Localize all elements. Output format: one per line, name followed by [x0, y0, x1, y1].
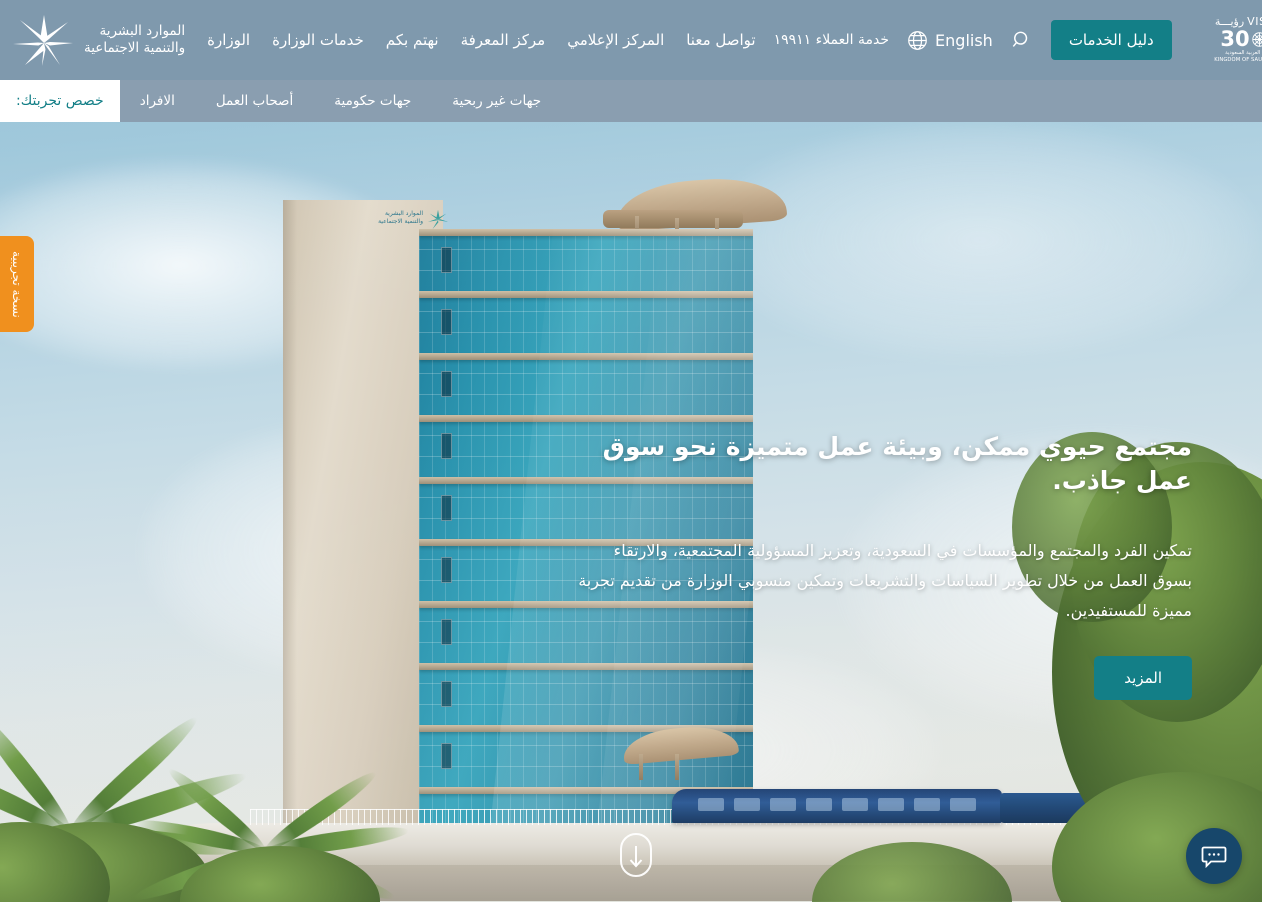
main-navigation: الوزارة خدمات الوزارة نهتم بكم مركز المع…	[207, 31, 755, 49]
canopy-pillar	[639, 754, 643, 780]
vision-kingdom-ar: المملكة العربية السعودية	[1225, 50, 1262, 56]
services-guide-button[interactable]: دليل الخدمات	[1050, 20, 1172, 60]
nav-item-contact-us[interactable]: تواصل معنا	[686, 31, 755, 49]
scroll-down-indicator[interactable]	[620, 833, 652, 877]
chat-widget-button[interactable]	[1186, 828, 1242, 884]
brand-line-1: الموارد البشرية	[99, 23, 186, 39]
vision-year: 2 30	[1204, 28, 1262, 50]
nav-item-ministry-services[interactable]: خدمات الوزارة	[272, 31, 364, 49]
scroll-down-arrow-icon	[629, 846, 643, 868]
canopy-pillar	[675, 754, 679, 780]
hero-more-button[interactable]: المزيد	[1094, 656, 1192, 700]
subnav-item-nonprofit-entities[interactable]: جهات غير ربحية	[432, 93, 561, 109]
language-label: English	[935, 30, 993, 50]
ministry-starburst-icon	[13, 15, 73, 66]
personalization-subnav: خصص تجربتك: الافراد أصحاب العمل جهات حكو…	[0, 80, 1262, 122]
foliage-center-right	[812, 782, 1012, 902]
search-icon[interactable]	[1011, 29, 1033, 51]
language-switch[interactable]: English	[907, 30, 993, 51]
beta-version-label: نسخة تجريبية	[10, 250, 24, 318]
palm-tree-left-2	[130, 732, 410, 902]
page-root: الموارد البشرية والتنمية الاجتماعية المو…	[0, 0, 1262, 902]
globe-icon	[908, 30, 927, 50]
subnav-label: خصص تجربتك:	[0, 80, 120, 122]
hero-subtitle: تمكين الفرد والمجتمع والمؤسسات في السعود…	[578, 541, 1192, 620]
vision-ornament-icon	[1251, 31, 1262, 47]
site-header: الموارد البشرية والتنمية الاجتماعية الوز…	[0, 0, 1262, 80]
brand-line-2: والتنمية الاجتماعية	[84, 40, 186, 56]
tower-roof-canopy	[603, 210, 743, 228]
chat-bubble-icon	[1201, 846, 1227, 869]
tower-sign-line2: والتنمية الاجتماعية	[378, 218, 423, 225]
vision-kingdom-en: KINGDOM OF SAUDI ARABIA	[1214, 57, 1262, 63]
hero-title: مجتمع حيوي ممكن، وبيئة عمل متميزة نحو سو…	[602, 432, 1192, 495]
nav-item-ministry[interactable]: الوزارة	[207, 31, 250, 49]
vision-digit-right: 30	[1220, 27, 1250, 51]
header-tools: خدمة العملاء ١٩٩١١ English دليل الخدمات	[774, 15, 1262, 65]
ministry-brand[interactable]: الموارد البشرية والتنمية الاجتماعية	[10, 13, 185, 67]
nav-item-media-center[interactable]: المركز الإعلامي	[567, 31, 664, 49]
customer-service-number[interactable]: خدمة العملاء ١٩٩١١	[774, 32, 889, 48]
subnav-item-government-entities[interactable]: جهات حكومية	[314, 93, 431, 109]
subnav-inner: خصص تجربتك: الافراد أصحاب العمل جهات حكو…	[0, 80, 561, 122]
subnav-item-employers[interactable]: أصحاب العمل	[196, 93, 313, 109]
subnav-item-individuals[interactable]: الافراد	[120, 93, 195, 109]
nav-item-we-care[interactable]: نهتم بكم	[386, 31, 439, 49]
cloud-shape	[700, 120, 1260, 360]
vision-2030-logo[interactable]: رؤيـــة VISION 2 30 المملكة العربية السع…	[1204, 15, 1262, 65]
hero-content: مجتمع حيوي ممكن، وبيئة عمل متميزة نحو سو…	[572, 430, 1192, 700]
ministry-brand-text: الموارد البشرية والتنمية الاجتماعية	[84, 23, 185, 57]
beta-version-tab[interactable]: نسخة تجريبية	[0, 236, 34, 332]
nav-item-knowledge-center[interactable]: مركز المعرفة	[461, 31, 546, 49]
subnav-items: الافراد أصحاب العمل جهات حكومية جهات غير…	[120, 80, 561, 122]
